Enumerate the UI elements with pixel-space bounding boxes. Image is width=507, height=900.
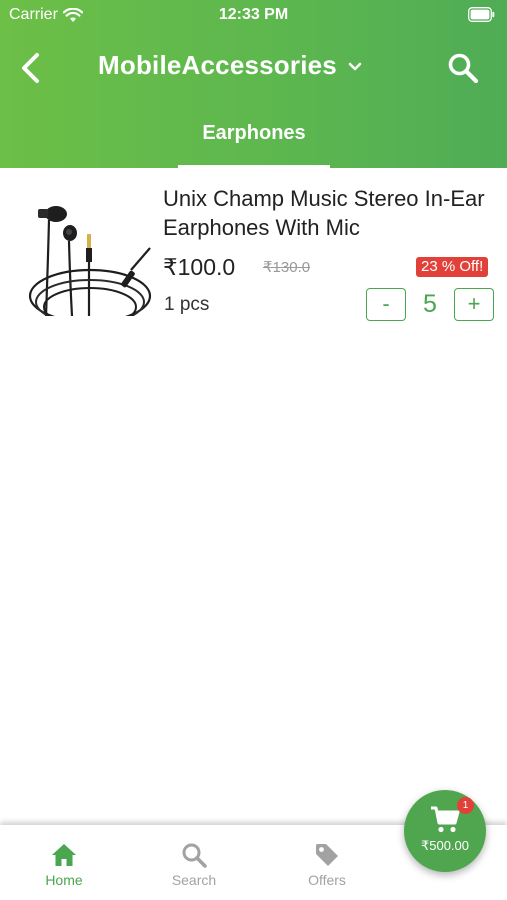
tab-label: Earphones	[202, 122, 306, 144]
cart-total: ₹500.00	[420, 838, 470, 853]
tag-icon	[316, 844, 338, 866]
chevron-down-icon	[348, 62, 362, 70]
quantity-value: 5	[423, 290, 437, 318]
nav-search-label: Search	[171, 872, 217, 888]
tab-indicator	[178, 165, 330, 168]
cart-icon	[431, 806, 460, 833]
product-price: ₹100.0	[163, 254, 236, 280]
nav-offers[interactable]: Offers	[282, 841, 372, 888]
product-card[interactable]: Unix Champ Music Stereo In-Ear Earphones…	[0, 180, 507, 330]
header: Carrier 12:33 PM MobileAccessories Earph…	[0, 0, 507, 168]
product-image[interactable]	[28, 200, 152, 316]
nav-offers-label: Offers	[308, 872, 346, 888]
discount-badge: 23 % Off!	[416, 257, 489, 277]
cart-button[interactable]: 1 ₹500.00	[404, 790, 486, 872]
search-icon	[182, 843, 207, 868]
back-arrow-icon	[22, 53, 39, 83]
decrease-quantity-button[interactable]: -	[366, 288, 406, 321]
product-unit: 1 pcs	[164, 294, 210, 315]
cart-count-badge: 1	[457, 797, 474, 814]
nav-home[interactable]: Home	[19, 841, 109, 888]
product-name[interactable]: Unix Champ Music Stereo In-Ear Earphones…	[163, 184, 493, 242]
search-icon	[448, 53, 479, 84]
nav-search[interactable]: Search	[149, 841, 239, 888]
back-button[interactable]	[10, 48, 50, 88]
battery-icon	[468, 7, 495, 22]
app-bar: MobileAccessories	[0, 40, 507, 96]
tab-earphones[interactable]: Earphones	[178, 96, 330, 168]
header-search-button[interactable]	[445, 50, 481, 86]
category-dropdown[interactable]: MobileAccessories	[98, 50, 363, 81]
status-bar: Carrier 12:33 PM	[0, 0, 507, 32]
increase-quantity-button[interactable]: +	[454, 288, 494, 321]
product-mrp: ₹130.0	[263, 259, 311, 276]
nav-home-label: Home	[45, 872, 83, 888]
status-time: 12:33 PM	[218, 6, 289, 23]
page-title: MobileAccessories	[98, 50, 337, 80]
home-icon	[52, 844, 76, 866]
